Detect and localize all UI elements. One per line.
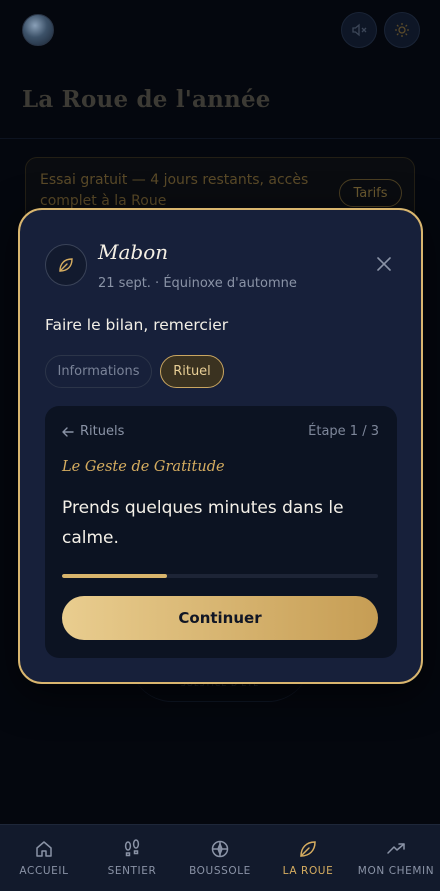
- tab-informations[interactable]: Informations: [45, 355, 152, 388]
- ritual-title: Le Geste de Gratitude: [62, 459, 225, 475]
- nav-label: LA ROUE: [282, 865, 334, 877]
- bottom-nav: ACCUEIL SENTIER BOUSSOLE LA ROUE MON CHE…: [0, 824, 440, 891]
- divider: [0, 138, 440, 139]
- back-to-rituals-link[interactable]: Rituels: [62, 424, 124, 439]
- sabbat-name: Mabon: [98, 240, 169, 264]
- sabbat-subtitle: 21 sept. · Équinoxe d'automne: [98, 276, 297, 291]
- sun-icon: [395, 23, 409, 37]
- theme-toggle-button[interactable]: [384, 12, 420, 48]
- continue-button[interactable]: Continuer: [62, 596, 378, 640]
- back-link-label: Rituels: [80, 424, 125, 439]
- trend-up-icon: [387, 843, 405, 854]
- ritual-progress-bar: [62, 574, 378, 578]
- leaf-icon: [300, 841, 316, 857]
- close-icon: [377, 257, 391, 271]
- ritual-progress-fill: [62, 574, 168, 578]
- leaf-icon: [59, 258, 73, 272]
- nav-label: SENTIER: [107, 865, 157, 877]
- sabbat-modal: Mabon 21 sept. · Équinoxe d'automne Fair…: [18, 208, 423, 684]
- speaker-muted-icon: [352, 23, 367, 37]
- nav-item-la-roue[interactable]: LA ROUE: [264, 825, 352, 891]
- mute-button[interactable]: [341, 12, 377, 48]
- ritual-card: Rituels Étape 1 / 3 Le Geste de Gratitud…: [45, 406, 397, 658]
- sabbat-theme: Faire le bilan, remercier: [45, 316, 229, 334]
- nav-label: BOUSSOLE: [189, 865, 251, 877]
- sabbat-badge: [45, 244, 87, 286]
- ritual-instruction: Prends quelques minutes dans le calme.: [62, 498, 344, 548]
- close-button[interactable]: [372, 252, 396, 276]
- nav-item-boussole[interactable]: BOUSSOLE: [176, 825, 264, 891]
- compass-icon: [211, 840, 229, 858]
- nav-item-mon-chemin[interactable]: MON CHEMIN: [352, 825, 440, 891]
- page-title: La Roue de l'année: [22, 86, 271, 113]
- avatar[interactable]: [22, 14, 54, 46]
- step-indicator: Étape 1 / 3: [308, 424, 379, 439]
- arrow-left-icon: [62, 426, 74, 437]
- pricing-button[interactable]: Tarifs: [339, 179, 402, 207]
- trial-text: Essai gratuit — 4 jours restants, accès …: [40, 172, 309, 209]
- top-bar: [0, 0, 440, 62]
- footsteps-icon: [124, 839, 140, 857]
- nav-item-sentier[interactable]: SENTIER: [88, 825, 176, 891]
- tab-rituel[interactable]: Rituel: [160, 355, 224, 388]
- home-icon: [36, 841, 52, 857]
- nav-label: ACCUEIL: [19, 865, 69, 877]
- nav-item-accueil[interactable]: ACCUEIL: [0, 825, 88, 891]
- nav-label: MON CHEMIN: [357, 865, 435, 877]
